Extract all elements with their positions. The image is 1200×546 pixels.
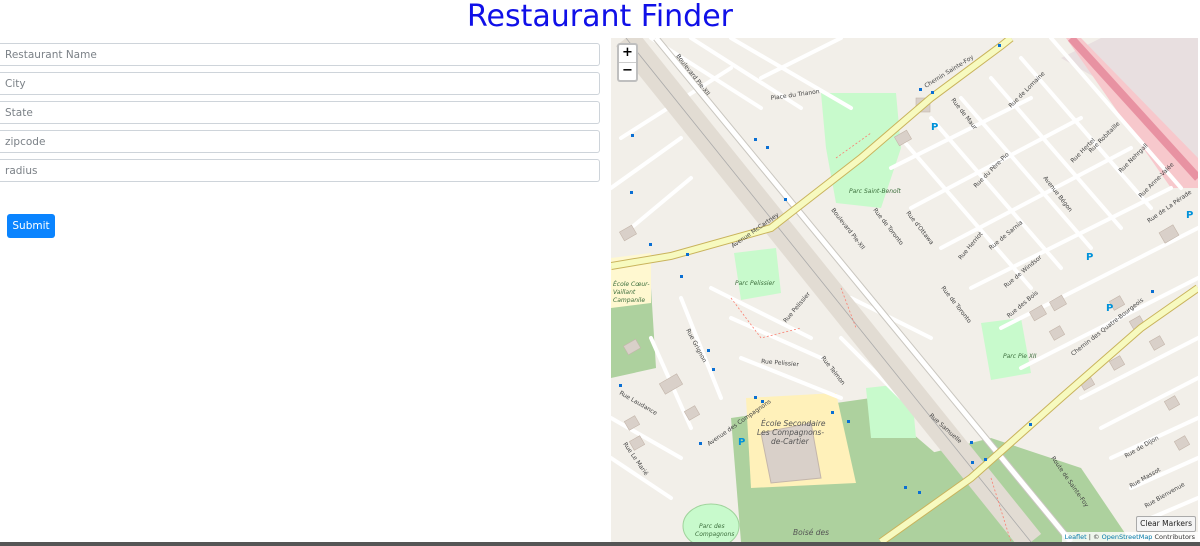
map-attribution: Leaflet | © OpenStreetMap Contributors xyxy=(1061,532,1198,542)
submit-button[interactable]: Submit xyxy=(7,214,55,238)
label-parc-compagnons: Parc des xyxy=(699,523,725,530)
restaurant-name-input[interactable] xyxy=(0,43,600,66)
radius-input[interactable] xyxy=(0,159,600,182)
map-view[interactable]: P P P P P Chemin Sainte-Foy Avenue McCar… xyxy=(611,38,1198,542)
label-parc-pelissier: Parc Pelissier xyxy=(735,280,775,287)
leaflet-link[interactable]: Leaflet xyxy=(1065,533,1087,541)
parking-sign: P xyxy=(1186,210,1193,221)
zoom-in-button[interactable]: + xyxy=(619,45,636,63)
openstreetmap-link[interactable]: OpenStreetMap xyxy=(1102,533,1153,541)
label-ecole-secondaire-2: Les Compagnons- xyxy=(757,428,824,437)
parking-sign: P xyxy=(1106,303,1113,314)
parking-sign: P xyxy=(1086,252,1093,263)
parc-pelissier-area xyxy=(734,248,781,300)
zoom-out-button[interactable]: − xyxy=(619,63,636,80)
label-parc-saint-benoit: Parc Saint-Benoît xyxy=(849,188,901,195)
attribution-separator: | © xyxy=(1086,533,1102,541)
clear-markers-button[interactable]: Clear Markers xyxy=(1136,516,1196,532)
parking-sign: P xyxy=(931,122,938,133)
label-ecole-coeur-3: Campanile xyxy=(613,297,645,304)
state-input[interactable] xyxy=(0,101,600,124)
zoom-control: + − xyxy=(617,43,638,82)
label-boise-des: Boisé des xyxy=(793,528,829,537)
zipcode-input[interactable] xyxy=(0,130,600,153)
label-ecole-secondaire: École Secondaire xyxy=(761,419,826,428)
attribution-contributors: Contributors xyxy=(1152,533,1196,541)
label-ecole-secondaire-3: de-Cartier xyxy=(771,437,810,446)
label-parc-pie-xii: Parc Pie XII xyxy=(1003,353,1037,360)
label-ecole-coeur: École Cœur- xyxy=(613,280,650,288)
label-ecole-coeur-2: Vaillant xyxy=(613,289,636,296)
city-input[interactable] xyxy=(0,72,600,95)
map-tiles[interactable]: P P P P P Chemin Sainte-Foy Avenue McCar… xyxy=(611,38,1198,542)
page-title: Restaurant Finder xyxy=(466,0,734,34)
parking-sign: P xyxy=(738,437,745,448)
bottom-scrollbar[interactable] xyxy=(0,542,1200,546)
label-parc-compagnons-2: Compagnons xyxy=(695,531,734,538)
